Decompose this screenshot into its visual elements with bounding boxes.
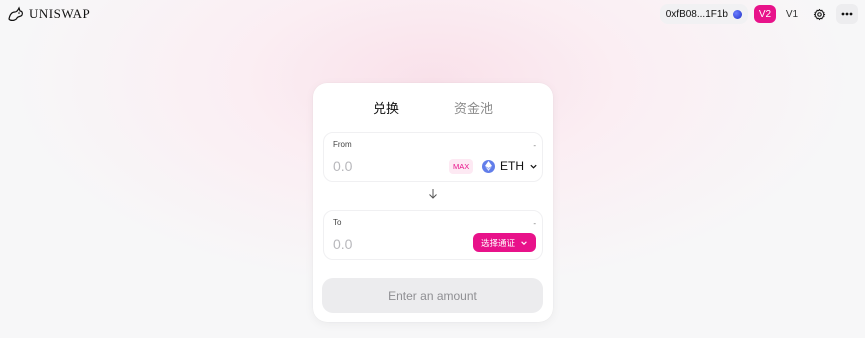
to-amount-input[interactable]: [333, 235, 423, 253]
to-balance: -: [533, 219, 536, 228]
to-panel: To - 选择通证: [323, 210, 543, 260]
gear-icon: [813, 8, 825, 20]
from-token-select[interactable]: ETH: [482, 156, 538, 176]
tab-swap[interactable]: 兑换: [373, 98, 399, 118]
select-token-button[interactable]: 选择通证: [473, 233, 536, 252]
to-label: To: [333, 218, 342, 227]
top-nav: UNISWAP 0xfB08...1F1b V2 V1: [0, 0, 865, 28]
from-token-symbol: ETH: [500, 159, 524, 173]
more-button[interactable]: [836, 4, 858, 24]
chevron-down-icon: [521, 240, 527, 245]
logo[interactable]: UNISWAP: [7, 6, 90, 22]
unicorn-logo-icon: [8, 6, 23, 21]
arrow-down-icon: [429, 189, 437, 199]
settings-button[interactable]: [808, 4, 830, 24]
chevron-down-icon: [530, 164, 537, 169]
more-dots-icon: [841, 12, 853, 16]
account-button[interactable]: 0xfB08...1F1b: [659, 4, 748, 24]
select-token-label: 选择通证: [480, 237, 515, 248]
swap-card: 兑换 资金池 From - MAX ETH To -: [313, 83, 553, 322]
submit-swap-button[interactable]: Enter an amount: [322, 278, 543, 313]
account-address: 0xfB08...1F1b: [665, 8, 728, 20]
swap-tabs: 兑换 资金池: [313, 98, 553, 118]
max-button[interactable]: MAX: [449, 159, 474, 174]
logo-text: UNISWAP: [29, 6, 91, 21]
version-v1-toggle[interactable]: V1: [782, 5, 802, 23]
from-amount-input[interactable]: [333, 157, 423, 175]
nav-actions: 0xfB08...1F1b V2 V1: [659, 4, 858, 24]
eth-icon: [482, 159, 495, 173]
version-v2-toggle[interactable]: V2: [754, 5, 776, 23]
from-panel: From - MAX ETH: [323, 132, 543, 182]
swap-direction-button[interactable]: [428, 188, 438, 200]
wallet-dot-icon: [733, 9, 742, 19]
tab-pool[interactable]: 资金池: [454, 98, 493, 118]
from-balance: -: [533, 141, 536, 150]
from-label: From: [333, 140, 352, 149]
